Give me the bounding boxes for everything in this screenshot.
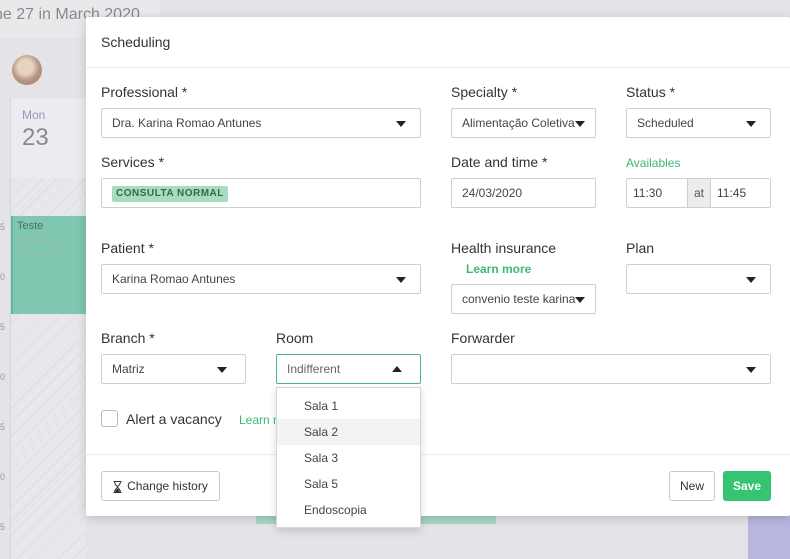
chevron-down-icon — [396, 121, 406, 127]
time-tick: 5 — [0, 522, 6, 532]
status-label: Status * — [626, 84, 676, 100]
room-option[interactable]: Endoscopia — [277, 497, 420, 523]
time-tick: 5 — [0, 222, 6, 232]
health-insurance-value: convenio teste karina — [462, 292, 576, 306]
event-subtitle: 1ª Consulta - Atendido — [17, 235, 75, 260]
change-history-label: Change history — [127, 479, 208, 493]
room-value: Indifferent — [287, 362, 341, 376]
time-tick: 0 — [0, 372, 6, 382]
plan-label: Plan — [626, 240, 655, 256]
modal-header — [86, 17, 790, 68]
room-option[interactable]: Sala 2 — [277, 419, 420, 445]
professional-select[interactable]: Dra. Karina Romao Antunes — [101, 108, 421, 138]
scheduling-modal: Scheduling Professional * Dra. Karina Ro… — [86, 17, 790, 528]
professional-value: Dra. Karina Romao Antunes — [112, 116, 262, 130]
room-dropdown: Sala 1 Sala 2 Sala 3 Sala 5 Endoscopia — [276, 387, 421, 528]
chevron-down-icon — [746, 277, 756, 283]
health-insurance-select[interactable]: convenio teste karina — [451, 284, 596, 314]
modal-title: Scheduling — [101, 34, 171, 50]
save-button[interactable]: Save — [723, 471, 771, 501]
chevron-down-icon — [217, 367, 227, 373]
chevron-down-icon — [396, 277, 406, 283]
modal-footer-divider — [86, 454, 790, 455]
time-range: 11:30 at 11:45 — [626, 178, 771, 208]
branch-select[interactable]: Matriz — [101, 354, 246, 384]
avatar[interactable] — [12, 55, 42, 85]
alert-vacancy-label: Alert a vacancy — [126, 411, 222, 427]
patient-select[interactable]: Karina Romao Antunes — [101, 264, 421, 294]
chevron-down-icon — [575, 121, 585, 127]
patient-value: Karina Romao Antunes — [112, 272, 236, 286]
date-input[interactable]: 24/03/2020 — [451, 178, 596, 208]
calendar-event[interactable]: Teste 1ª Consulta - Atendido — [11, 216, 86, 314]
time-tick: 0 — [0, 272, 6, 282]
date-time-label: Date and time * — [451, 154, 548, 170]
event-title: Teste — [17, 220, 44, 232]
time-tick: 5 — [0, 322, 6, 332]
forwarder-label: Forwarder — [451, 330, 515, 346]
time-tick: 0 — [0, 472, 6, 482]
room-select[interactable]: Indifferent — [276, 354, 421, 384]
specialty-label: Specialty * — [451, 84, 518, 100]
room-option[interactable]: Sala 1 — [277, 393, 420, 419]
day-number: 23 — [22, 124, 49, 151]
specialty-value: Alimentação Coletiva — [462, 116, 575, 130]
calendar-block — [748, 515, 790, 559]
services-input[interactable]: CONSULTA NORMAL — [101, 178, 421, 208]
service-tag[interactable]: CONSULTA NORMAL — [112, 186, 228, 202]
new-button[interactable]: New — [669, 471, 715, 501]
chevron-down-icon — [575, 297, 585, 303]
start-time-input[interactable]: 11:30 — [627, 179, 687, 207]
services-label: Services * — [101, 154, 165, 170]
time-separator: at — [687, 179, 711, 207]
room-option[interactable]: Sala 3 — [277, 445, 420, 471]
professional-label: Professional * — [101, 84, 188, 100]
date-value: 24/03/2020 — [462, 186, 523, 200]
health-insurance-learn-more[interactable]: Learn more — [466, 262, 531, 276]
plan-select[interactable] — [626, 264, 771, 294]
availables-link[interactable]: Availables — [626, 156, 680, 170]
chevron-down-icon — [746, 367, 756, 373]
room-label: Room — [276, 330, 314, 346]
time-gutter: 5 0 5 0 5 0 5 — [0, 180, 10, 559]
forwarder-select[interactable] — [451, 354, 771, 384]
health-insurance-label: Health insurance — [451, 240, 557, 256]
alert-vacancy-checkbox[interactable] — [101, 410, 118, 427]
branch-label: Branch * — [101, 330, 155, 346]
specialty-select[interactable]: Alimentação Coletiva — [451, 108, 596, 138]
status-select[interactable]: Scheduled — [626, 108, 771, 138]
day-name: Mon — [22, 108, 46, 122]
room-option[interactable]: Sala 5 — [277, 471, 420, 497]
branch-value: Matriz — [112, 362, 145, 376]
end-time-input[interactable]: 11:45 — [711, 179, 770, 207]
chevron-up-icon — [392, 366, 402, 372]
patient-label: Patient * — [101, 240, 154, 256]
change-history-button[interactable]: Change history — [101, 471, 220, 501]
chevron-down-icon — [746, 121, 756, 127]
hourglass-icon — [113, 480, 122, 493]
time-tick: 5 — [0, 422, 6, 432]
status-value: Scheduled — [637, 116, 694, 130]
